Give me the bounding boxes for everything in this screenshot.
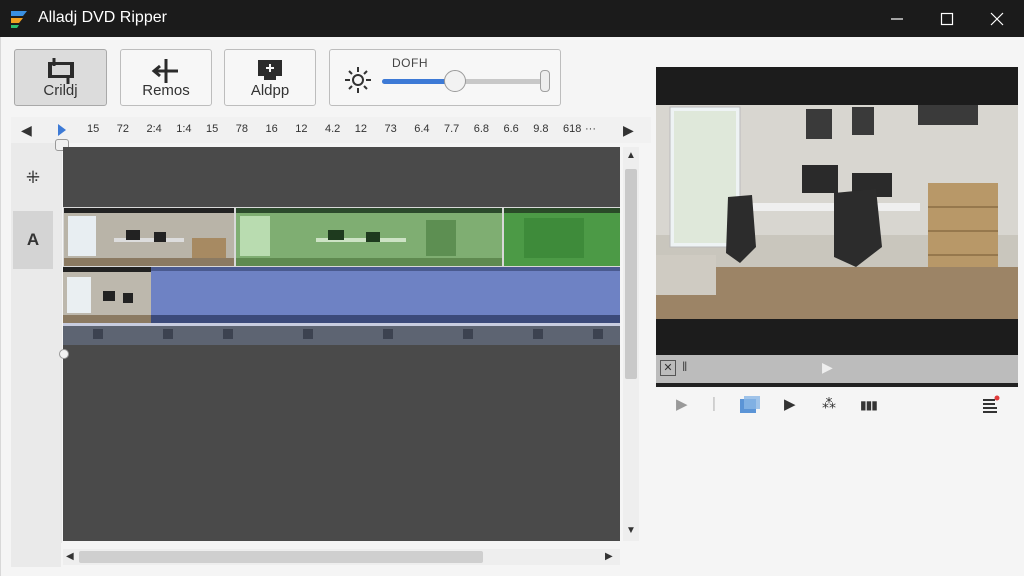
scroll-up-icon[interactable]: ▲ bbox=[626, 150, 636, 161]
text-tool-button[interactable]: A bbox=[13, 211, 53, 269]
timeline-ruler: ◀ 15 72 2:4 1:4 15 78 16 12 4.2 12 73 6.4 7.7 6.8 6.6 9… bbox=[11, 117, 651, 143]
playback-controls: ▶ | ▶ ⁂ ▮▮▮ bbox=[656, 390, 1018, 420]
ruler-tick-label: 2:4 bbox=[146, 123, 162, 135]
ruler-tick-label: 12 bbox=[295, 123, 308, 135]
text-tool-icon: A bbox=[26, 230, 40, 249]
preview-play-icon[interactable]: ▶ bbox=[822, 359, 833, 376]
play-button-icon[interactable]: ▶ bbox=[784, 395, 796, 413]
preview-pause-icon[interactable]: ‖ bbox=[682, 359, 687, 374]
video-preview[interactable] bbox=[656, 67, 1018, 387]
video-clip[interactable] bbox=[503, 207, 620, 267]
window-title: Alladj DVD Ripper bbox=[38, 9, 167, 26]
crop-icon bbox=[47, 58, 74, 84]
horizontal-scroll-thumb[interactable] bbox=[79, 551, 483, 563]
crop-label: Crildj bbox=[43, 82, 78, 99]
title-bar: Alladj DVD Ripper bbox=[0, 0, 1024, 37]
filmstrip-thumbnails bbox=[63, 323, 620, 345]
preview-frame-office bbox=[656, 67, 1018, 355]
track-trim-handle[interactable] bbox=[59, 349, 69, 359]
overlay-track bbox=[63, 267, 620, 345]
preview-close-icon[interactable]: ✕ bbox=[660, 360, 676, 376]
clip-thumbnail-office bbox=[64, 208, 234, 266]
maximize-icon bbox=[940, 12, 954, 25]
ruler-tick-label: 15 bbox=[206, 123, 219, 135]
timeline-vertical-scrollbar[interactable]: ▲ ▼ bbox=[623, 147, 639, 541]
scroll-right-icon[interactable]: ▶ bbox=[605, 551, 613, 562]
brightness-label: DOFH bbox=[392, 56, 428, 70]
ruler-tick-label: 16 bbox=[265, 123, 278, 135]
move-cross-icon bbox=[151, 59, 178, 83]
vertical-scroll-thumb[interactable] bbox=[625, 169, 637, 379]
brightness-slider-end-handle[interactable] bbox=[540, 70, 550, 92]
remove-label: Remos bbox=[142, 82, 190, 99]
ruler-tick-label: 12 bbox=[354, 123, 367, 135]
close-icon bbox=[990, 12, 1004, 25]
timeline-horizontal-scrollbar[interactable]: ◀ ▶ bbox=[63, 549, 620, 565]
preview-status-bar: ✕ ‖ ▶ bbox=[656, 355, 1018, 383]
ruler-left-arrow-icon[interactable]: ◀ bbox=[21, 122, 32, 139]
ruler-tick-label: 72 bbox=[116, 123, 129, 135]
crop-button[interactable]: Crildj bbox=[14, 49, 107, 106]
ruler-tick-label: 7.7 bbox=[444, 123, 460, 135]
separator: | bbox=[712, 395, 716, 412]
ruler-tick-label: 9.8 bbox=[533, 123, 549, 135]
pause-bars-icon[interactable]: ▮▮▮ bbox=[860, 398, 878, 412]
add-button[interactable]: Aldpp bbox=[224, 49, 316, 106]
video-clip[interactable] bbox=[63, 207, 235, 267]
ruler-tick-label: 78 bbox=[235, 123, 248, 135]
menu-list-icon bbox=[983, 395, 1000, 413]
menu-button[interactable] bbox=[982, 395, 1000, 417]
clip-thumbnail-green bbox=[504, 208, 620, 266]
track-area bbox=[63, 147, 620, 541]
add-label: Aldpp bbox=[250, 82, 290, 99]
split-tool-button[interactable]: ⁜ bbox=[13, 149, 53, 207]
timeline-side-tools: ⁜ A bbox=[11, 143, 61, 567]
brightness-panel: DOFH bbox=[329, 49, 561, 106]
main-area: Crildj Remos Aldpp DOFH ◀ 15 72 2:4 1:4 … bbox=[0, 37, 1024, 576]
scroll-down-icon[interactable]: ▼ bbox=[626, 525, 636, 536]
ruler-tick-label: 4.2 bbox=[325, 123, 341, 135]
overlay-clip[interactable] bbox=[63, 267, 151, 327]
effects-icon[interactable]: ⁂ bbox=[822, 395, 836, 412]
scroll-left-icon[interactable]: ◀ bbox=[66, 551, 74, 562]
playhead-marker-icon[interactable] bbox=[57, 123, 67, 137]
video-clip[interactable] bbox=[235, 207, 503, 267]
clip-thumbnail-office bbox=[63, 267, 151, 327]
snapshot-icon bbox=[740, 396, 760, 413]
clip-thumbnail-blue bbox=[151, 267, 620, 323]
ruler-tick-label: 6.8 bbox=[473, 123, 490, 135]
ruler-tick-label: 1:4 bbox=[176, 123, 192, 135]
brightness-slider-thumb[interactable] bbox=[443, 70, 466, 92]
ruler-tick-label: 73 bbox=[384, 123, 397, 135]
minimize-button[interactable] bbox=[872, 0, 922, 37]
ruler-more: ··· bbox=[585, 123, 596, 135]
brightness-icon bbox=[345, 67, 371, 93]
split-icon: ⁜ bbox=[25, 168, 41, 187]
maximize-button[interactable] bbox=[922, 0, 972, 37]
ruler-tick-label: 618 bbox=[563, 123, 582, 135]
remove-button[interactable]: Remos bbox=[120, 49, 212, 106]
ruler-tick-label: 15 bbox=[87, 123, 100, 135]
playhead-line[interactable] bbox=[61, 143, 62, 543]
ruler-tick-label: 6.6 bbox=[503, 123, 519, 135]
minimize-icon bbox=[891, 17, 903, 20]
clip-thumbnail-office-green bbox=[236, 208, 502, 266]
timeline-panel: ◀ 15 72 2:4 1:4 15 78 16 12 4.2 12 73 6.4 7.7 6.8 6.6 9… bbox=[11, 117, 651, 567]
ruler-right-arrow-icon[interactable]: ▶ bbox=[623, 122, 634, 139]
video-track bbox=[63, 207, 620, 267]
overlay-filmstrip bbox=[63, 323, 620, 345]
close-button[interactable] bbox=[972, 0, 1022, 37]
app-logo-icon bbox=[11, 11, 27, 28]
snapshot-button[interactable] bbox=[738, 395, 762, 419]
overlay-clip[interactable] bbox=[151, 267, 620, 323]
ruler-tick-label: 6.4 bbox=[414, 123, 430, 135]
play-icon[interactable]: ▶ bbox=[676, 395, 688, 413]
